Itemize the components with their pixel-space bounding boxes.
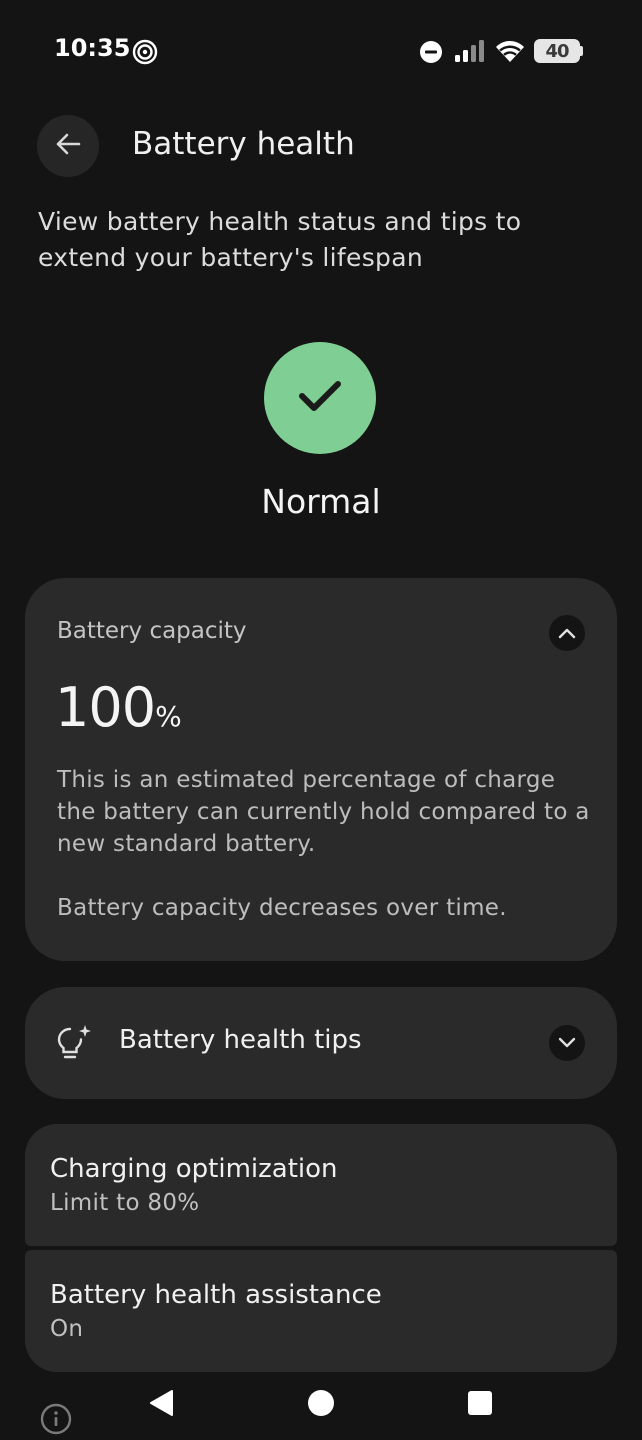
status-indicator [264,342,376,454]
setting-item-battery-health-assistance[interactable]: Battery health assistance On [25,1250,617,1372]
wifi-icon [495,39,525,67]
signal-icon [455,40,487,66]
collapse-button[interactable] [549,615,585,651]
battery-level: 40 [545,40,569,62]
chevron-down-icon [558,1034,576,1053]
battery-capacity-card: Battery capacity 100% This is an estimat… [25,578,617,961]
nav-back-icon[interactable] [148,1389,174,1421]
back-button[interactable] [37,115,99,177]
capacity-note: Battery capacity decreases over time. [57,895,507,921]
page-subtitle: View battery health status and tips to e… [38,207,522,272]
setting-subtitle: On [50,1316,84,1342]
checkmark-icon [298,379,342,417]
lightbulb-sparkle-icon [55,1023,93,1067]
setting-item-charging-optimization[interactable]: Charging optimization Limit to 80% [25,1124,617,1246]
battery-tip [580,46,583,56]
info-icon[interactable] [40,1403,72,1439]
battery-icon: 40 [534,39,580,63]
capacity-value: 100% [55,676,182,739]
chevron-up-icon [558,624,576,643]
status-label: Normal [261,482,381,521]
expand-button[interactable] [549,1025,585,1061]
capacity-label: Battery capacity [57,618,247,644]
setting-title: Battery health assistance [50,1280,382,1310]
hotspot-icon [132,39,158,69]
setting-title: Charging optimization [50,1154,338,1184]
tips-label: Battery health tips [119,1025,362,1055]
battery-health-tips-card[interactable]: Battery health tips [25,987,617,1099]
capacity-description: This is an estimated percentage of charg… [57,767,590,857]
setting-subtitle: Limit to 80% [50,1190,200,1216]
status-bar: 10:35 40 [0,0,642,100]
capacity-number: 100 [55,676,156,739]
page-title: Battery health [132,126,355,162]
do-not-disturb-icon [419,40,443,68]
arrow-left-icon [54,130,82,162]
capacity-unit: % [155,700,182,733]
nav-home-icon[interactable] [308,1390,334,1416]
status-icons: 40 [419,38,587,66]
nav-recents-icon[interactable] [468,1391,492,1415]
status-time: 10:35 [54,34,131,62]
